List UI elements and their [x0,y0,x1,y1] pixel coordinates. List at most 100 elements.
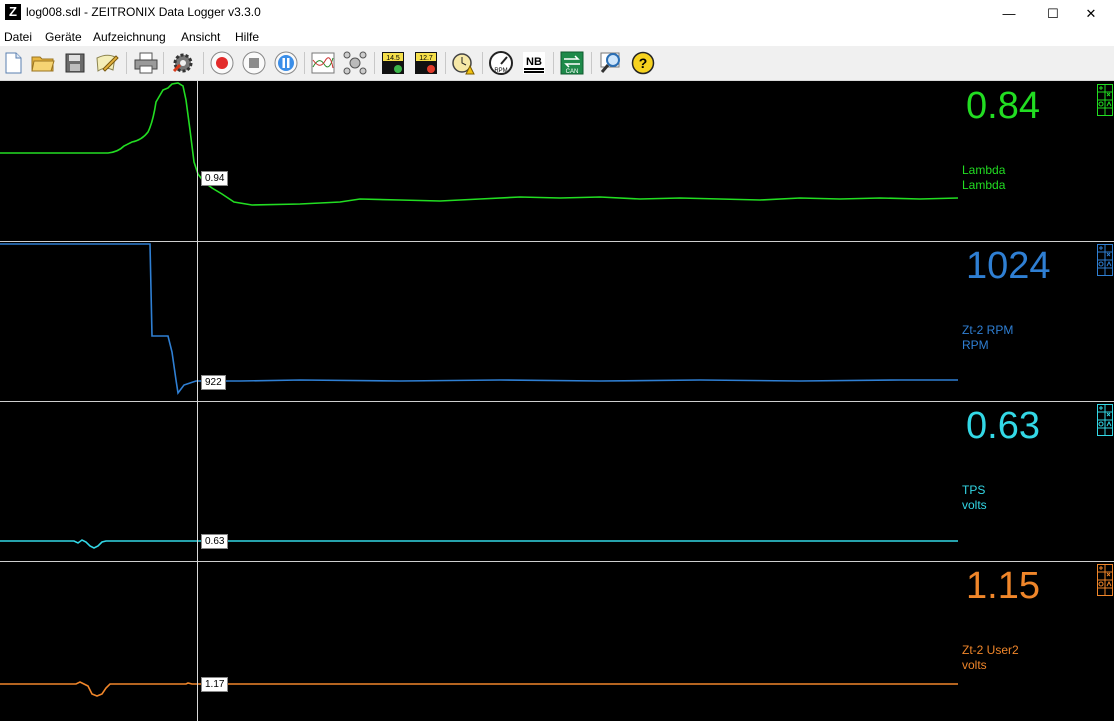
record-button[interactable] [209,50,235,76]
rpm-panel-controls[interactable] [1097,244,1113,276]
afr-setpoint-down-button[interactable]: 12.7 [413,50,439,76]
toolbar-separator [203,52,204,74]
toolbar: 14.5 12.7 RPM NB CAN ? [0,46,1114,81]
open-button[interactable] [30,50,56,76]
stop-icon [242,51,266,75]
toolbar-separator [163,52,164,74]
open-folder-icon [31,56,55,72]
menu-bar: Datei Geräte Aufzeichnung Ansicht Hilfe [0,27,1114,46]
tps-cursor-value: 0.63 [201,534,229,549]
user2-current-value: 1.15 [966,565,1040,607]
lambda-trace-plot [0,82,959,206]
stop-button[interactable] [241,50,267,76]
panel-control-grid-icon[interactable] [1097,564,1113,596]
rpm-current-value: 1024 [966,245,1051,287]
svg-text:14.5: 14.5 [386,55,400,62]
rpm-trace-line [0,243,958,396]
tps-panel-controls[interactable] [1097,404,1113,436]
app-logo-icon: Z [5,4,21,20]
new-file-icon [5,52,22,74]
rpm-gauge-button[interactable]: RPM [488,50,514,76]
window-title: log008.sdl - ZEITRONIX Data Logger v3.3.… [26,5,261,19]
tps-trace-line [0,539,958,549]
print-button[interactable] [133,50,159,76]
channel-panel-rpm[interactable]: 1024 Zt-2 RPM RPM 922 [0,242,1114,401]
menu-aufzeichnung[interactable]: Aufzeichnung [93,30,166,44]
alarm-button[interactable] [450,50,476,76]
graph-lines-icon [311,52,335,74]
network-button[interactable] [342,50,368,76]
lambda-trace-line [0,82,959,206]
pause-icon [274,51,298,75]
afr-setpoint-up-button[interactable]: 14.5 [380,50,406,76]
lambda-channel-name: Lambda [962,163,1006,177]
svg-text:?: ? [639,55,648,71]
save-disk-icon [65,53,85,73]
rpm-gauge-icon: RPM [489,51,513,75]
user2-channel-name: Zt-2 User2 [962,643,1019,657]
menu-datei[interactable]: Datei [4,30,32,44]
save-button[interactable] [62,50,88,76]
menu-hilfe[interactable]: Hilfe [235,30,259,44]
toolbar-separator [304,52,305,74]
svg-text:CAN: CAN [566,69,579,75]
notes-button[interactable] [94,50,120,76]
close-button[interactable]: ✕ [1068,0,1114,27]
help-button[interactable]: ? [630,50,656,76]
panel-control-grid-icon[interactable] [1097,244,1113,276]
printer-icon [134,52,158,74]
menu-ansicht[interactable]: Ansicht [181,30,220,44]
toolbar-separator [374,52,375,74]
svg-text:RPM: RPM [494,68,507,74]
afr-setpoint-up-icon: 14.5 [382,52,404,74]
channel-panel-lambda[interactable]: 0.84 Lambda Lambda 0.94 [0,82,1114,241]
alarm-clock-warning-icon [452,53,475,75]
help-icon: ? [631,51,655,75]
rpm-trace-plot [0,243,958,396]
channel-panel-tps[interactable]: 0.63 TPS volts 0.63 [0,402,1114,561]
settings-gear-icon [172,53,193,73]
minimize-button[interactable]: — [986,0,1032,27]
time-cursor-line[interactable] [197,81,198,721]
toolbar-separator [126,52,127,74]
can-bus-icon: CAN [560,51,584,75]
settings-button[interactable] [170,50,196,76]
user2-trace-line [0,681,958,697]
zoom-magnifier-icon [600,52,620,73]
user2-trace-plot [0,681,958,697]
toolbar-separator [591,52,592,74]
lambda-cursor-value: 0.94 [201,171,229,186]
nb-narrowband-icon: NB [523,52,545,74]
network-icon [343,51,367,75]
user2-cursor-value: 1.17 [201,677,229,692]
notes-edit-icon [96,54,119,72]
lambda-panel-controls[interactable] [1097,84,1113,116]
close-icon: ✕ [1085,5,1097,21]
user2-panel-controls[interactable] [1097,564,1113,596]
tps-current-value: 0.63 [966,405,1040,447]
zoom-button[interactable] [598,50,624,76]
afr-setpoint-down-icon: 12.7 [415,52,437,74]
panel-control-grid-icon[interactable] [1097,84,1113,116]
narrowband-button[interactable]: NB [521,50,547,76]
rpm-channel-unit: RPM [962,338,989,352]
tps-trace-plot [0,539,958,549]
title-bar: Z log008.sdl - ZEITRONIX Data Logger v3.… [0,0,1114,27]
channel-panel-user2[interactable]: 1.15 Zt-2 User2 volts 1.17 [0,562,1114,721]
lambda-channel-unit: Lambda [962,178,1006,192]
svg-text:12.7: 12.7 [419,55,433,62]
minimize-icon: — [1002,6,1016,21]
svg-text:NB: NB [526,56,542,68]
can-bus-button[interactable]: CAN [559,50,585,76]
rpm-channel-name: Zt-2 RPM [962,323,1014,337]
user2-channel-unit: volts [962,658,987,672]
menu-geraete[interactable]: Geräte [45,30,82,44]
tps-channel-unit: volts [962,498,987,512]
new-file-button[interactable] [0,50,26,76]
panel-control-grid-icon[interactable] [1097,404,1113,436]
toolbar-separator [482,52,483,74]
pause-button[interactable] [273,50,299,76]
toolbar-separator [553,52,554,74]
lambda-current-value: 0.84 [966,85,1040,127]
graph-button[interactable] [310,50,336,76]
